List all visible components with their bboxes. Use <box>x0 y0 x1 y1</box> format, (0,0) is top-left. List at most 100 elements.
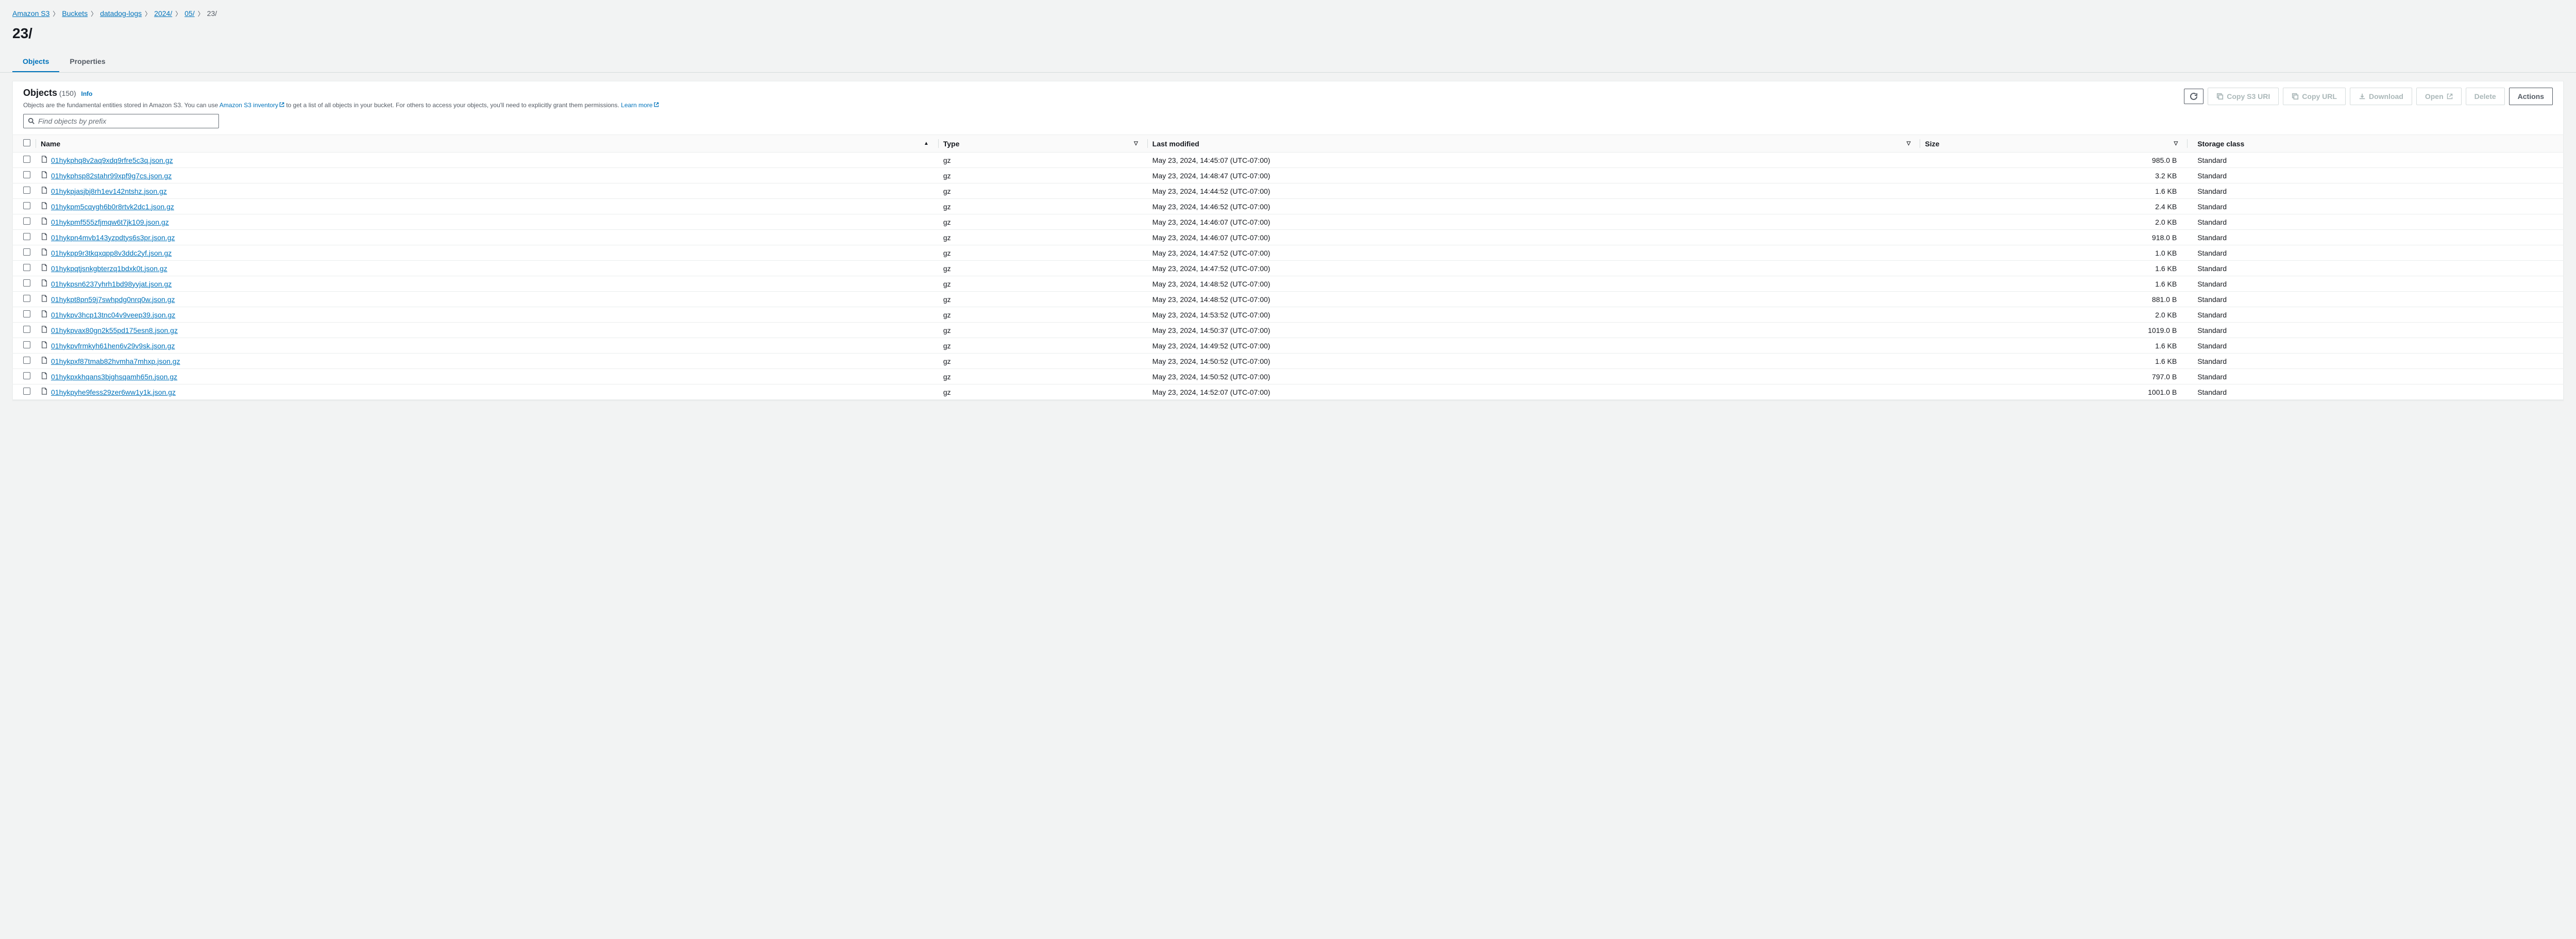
breadcrumb-item[interactable]: Buckets <box>62 9 88 18</box>
row-checkbox[interactable] <box>23 202 30 209</box>
cell-size: 1.6 KB <box>1920 261 2187 276</box>
panel-title: Objects <box>23 88 57 98</box>
search-input[interactable] <box>38 117 214 125</box>
table-row: 01hykpqtjsnkgbterzq1bdxk0t.json.gzgzMay … <box>13 261 2563 276</box>
row-checkbox[interactable] <box>23 156 30 163</box>
row-checkbox[interactable] <box>23 248 30 256</box>
cell-modified: May 23, 2024, 14:44:52 (UTC-07:00) <box>1147 183 1920 199</box>
cell-type: gz <box>938 276 1147 292</box>
table-row: 01hykphsp82stahr99xpf9g7cs.json.gzgzMay … <box>13 168 2563 183</box>
cell-modified: May 23, 2024, 14:46:07 (UTC-07:00) <box>1147 214 1920 230</box>
col-name[interactable]: Name▲ <box>36 135 938 153</box>
row-checkbox[interactable] <box>23 295 30 302</box>
object-link[interactable]: 01hykpvax80gn2k55pd175esn8.json.gz <box>51 326 178 334</box>
breadcrumb-item[interactable]: Amazon S3 <box>12 9 49 18</box>
copy-url-button[interactable]: Copy URL <box>2283 88 2346 105</box>
row-checkbox[interactable] <box>23 357 30 364</box>
row-checkbox[interactable] <box>23 341 30 348</box>
open-button[interactable]: Open <box>2416 88 2462 105</box>
cell-type: gz <box>938 384 1147 400</box>
cell-modified: May 23, 2024, 14:48:47 (UTC-07:00) <box>1147 168 1920 183</box>
table-row: 01hykpvax80gn2k55pd175esn8.json.gzgzMay … <box>13 323 2563 338</box>
cell-modified: May 23, 2024, 14:45:07 (UTC-07:00) <box>1147 153 1920 168</box>
object-link[interactable]: 01hykphsp82stahr99xpf9g7cs.json.gz <box>51 172 172 180</box>
cell-size: 1019.0 B <box>1920 323 2187 338</box>
object-link[interactable]: 01hykpqtjsnkgbterzq1bdxk0t.json.gz <box>51 264 167 273</box>
learn-more-link[interactable]: Learn more <box>621 102 658 109</box>
object-link[interactable]: 01hykpn4mvb143yzpdtys6s3pr.json.gz <box>51 233 175 242</box>
col-modified[interactable]: Last modified▽ <box>1147 135 1920 153</box>
row-checkbox[interactable] <box>23 326 30 333</box>
object-link[interactable]: 01hykpjasjbj8rh1ev142ntshz.json.gz <box>51 187 167 195</box>
row-checkbox[interactable] <box>23 279 30 287</box>
cell-modified: May 23, 2024, 14:48:52 (UTC-07:00) <box>1147 276 1920 292</box>
breadcrumb: Amazon S3〉Buckets〉datadog-logs〉2024/〉05/… <box>0 0 2576 20</box>
row-checkbox[interactable] <box>23 171 30 178</box>
row-checkbox[interactable] <box>23 187 30 194</box>
tab-objects[interactable]: Objects <box>12 51 59 72</box>
cell-modified: May 23, 2024, 14:53:52 (UTC-07:00) <box>1147 307 1920 323</box>
object-link[interactable]: 01hykpxkhqans3bjghsqamh65n.json.gz <box>51 373 177 381</box>
delete-button[interactable]: Delete <box>2466 88 2505 105</box>
info-link[interactable]: Info <box>81 90 93 97</box>
col-storage[interactable]: Storage class <box>2187 135 2563 153</box>
col-type[interactable]: Type▽ <box>938 135 1147 153</box>
row-checkbox[interactable] <box>23 372 30 379</box>
file-icon <box>41 372 48 381</box>
breadcrumb-item[interactable]: 05/ <box>184 9 194 18</box>
row-checkbox[interactable] <box>23 217 30 225</box>
search-box[interactable] <box>23 114 219 128</box>
breadcrumb-item[interactable]: datadog-logs <box>100 9 142 18</box>
object-link[interactable]: 01hykpxf87tmab82hvmha7mhxp.json.gz <box>51 357 180 365</box>
row-checkbox[interactable] <box>23 310 30 317</box>
object-link[interactable]: 01hykpyhe9fess29zer6ww1y1k.json.gz <box>51 388 176 396</box>
download-button[interactable]: Download <box>2350 88 2412 105</box>
cell-modified: May 23, 2024, 14:47:52 (UTC-07:00) <box>1147 261 1920 276</box>
file-icon <box>41 202 48 211</box>
cell-size: 1.6 KB <box>1920 276 2187 292</box>
copy-icon <box>2216 93 2224 100</box>
cell-storage: Standard <box>2187 384 2563 400</box>
object-link[interactable]: 01hykpv3hcp13tnc04v9veep39.json.gz <box>51 311 175 319</box>
sort-icon: ▽ <box>1907 141 1911 146</box>
object-link[interactable]: 01hykpp9r3tkqxqpp8v3ddc2yf.json.gz <box>51 249 172 257</box>
actions-dropdown[interactable]: Actions <box>2509 88 2553 105</box>
object-link[interactable]: 01hykpmf555zfjmqw6t7jk109.json.gz <box>51 218 169 226</box>
col-size[interactable]: Size▽ <box>1920 135 2187 153</box>
cell-type: gz <box>938 230 1147 245</box>
tab-properties[interactable]: Properties <box>59 51 115 72</box>
object-link[interactable]: 01hykpvfrmkyh61hen6v29v9sk.json.gz <box>51 342 175 350</box>
object-link[interactable]: 01hykpsn6237yhrh1bd98yyjat.json.gz <box>51 280 172 288</box>
cell-modified: May 23, 2024, 14:46:52 (UTC-07:00) <box>1147 199 1920 214</box>
cell-type: gz <box>938 354 1147 369</box>
object-link[interactable]: 01hykpm5cqygh6b0r8rtvk2dc1.json.gz <box>51 203 174 211</box>
refresh-button[interactable] <box>2184 89 2204 104</box>
cell-type: gz <box>938 338 1147 354</box>
sort-icon: ▽ <box>1134 141 1138 146</box>
cell-size: 1.6 KB <box>1920 354 2187 369</box>
select-all-checkbox[interactable] <box>23 139 30 146</box>
row-checkbox[interactable] <box>23 388 30 395</box>
cell-storage: Standard <box>2187 153 2563 168</box>
cell-modified: May 23, 2024, 14:47:52 (UTC-07:00) <box>1147 245 1920 261</box>
copy-s3-uri-button[interactable]: Copy S3 URI <box>2208 88 2279 105</box>
row-checkbox[interactable] <box>23 233 30 240</box>
cell-storage: Standard <box>2187 292 2563 307</box>
inventory-link[interactable]: Amazon S3 inventory <box>219 102 284 109</box>
cell-size: 1.6 KB <box>1920 338 2187 354</box>
table-body: 01hykphq8v2aq9xdq9rfre5c3q.json.gzgzMay … <box>13 153 2563 400</box>
object-link[interactable]: 01hykphq8v2aq9xdq9rfre5c3q.json.gz <box>51 156 173 164</box>
file-icon <box>41 156 48 164</box>
object-link[interactable]: 01hykpt8pn59j7swhpdg0nrq0w.json.gz <box>51 295 175 304</box>
table-row: 01hykpvfrmkyh61hen6v29v9sk.json.gzgzMay … <box>13 338 2563 354</box>
breadcrumb-item[interactable]: 2024/ <box>154 9 172 18</box>
cell-size: 881.0 B <box>1920 292 2187 307</box>
table-row: 01hykpn4mvb143yzpdtys6s3pr.json.gzgzMay … <box>13 230 2563 245</box>
chevron-right-icon: 〉 <box>175 10 181 18</box>
row-checkbox[interactable] <box>23 264 30 271</box>
file-icon <box>41 310 48 319</box>
panel-count: (150) <box>59 89 76 97</box>
cell-type: gz <box>938 292 1147 307</box>
cell-size: 2.0 KB <box>1920 214 2187 230</box>
panel-description: Objects are the fundamental entities sto… <box>23 100 2184 110</box>
